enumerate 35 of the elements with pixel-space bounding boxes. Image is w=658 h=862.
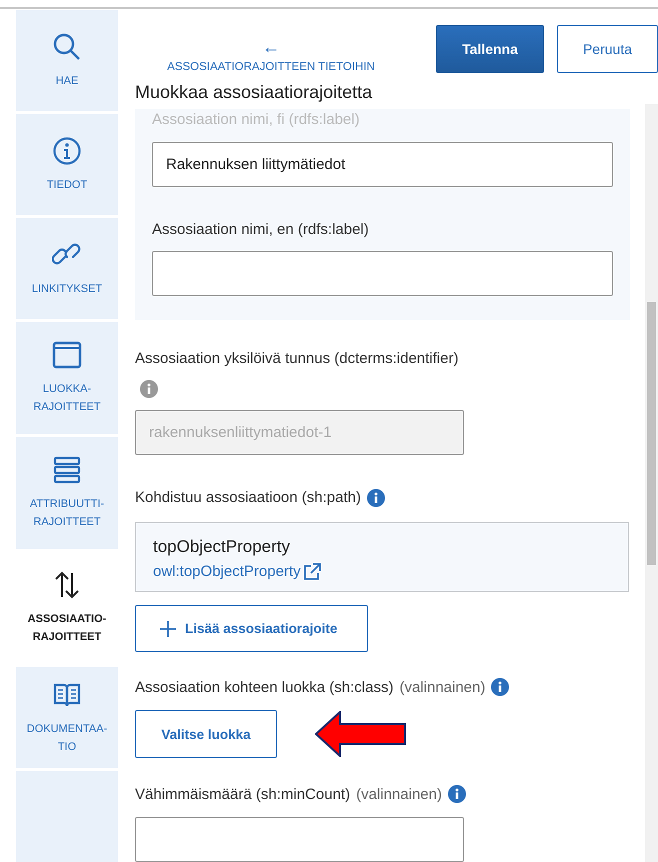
field-label: Vähimmäismäärä (sh:minCount) — [135, 786, 350, 802]
field-label: Assosiaation yksilöivä tunnus (dcterms:identifier) — [135, 350, 460, 366]
save-button[interactable]: Tallenna — [436, 25, 544, 73]
input-field[interactable]: Rakennuksen liittymätiedot — [152, 142, 613, 186]
sidebar-item[interactable]: HAE — [16, 10, 118, 111]
rows-icon — [52, 455, 82, 485]
field-label: Assosiaation nimi, en (rdfs:label) — [152, 220, 370, 238]
info-icon[interactable] — [491, 678, 510, 696]
sidebar-item[interactable]: LUOKKA-RAJOITTEET — [16, 322, 118, 434]
add-button[interactable]: Lisää assosiaatiorajoite — [135, 605, 368, 652]
search-icon — [52, 32, 82, 62]
form-title: Muokkaa assosiaatiorajoitetta — [135, 82, 374, 102]
external-link-icon — [302, 562, 321, 580]
sidebar-item[interactable]: ATTRIBUUTTI-RAJOITTEET — [16, 437, 118, 549]
field-label: Assosiaation kohteen luokka (sh:class) — [135, 678, 394, 696]
sidebar-item[interactable]: TIEDOT — [16, 114, 118, 215]
sidebar-item[interactable]: DOKUMENTAA-TIO — [16, 667, 118, 768]
optional-note: (valinnainen) — [399, 678, 486, 696]
plus-icon — [160, 620, 176, 636]
info-icon[interactable] — [448, 785, 466, 803]
property-name: topObjectProperty — [153, 536, 292, 556]
window-icon — [52, 340, 82, 370]
input-field[interactable] — [152, 250, 613, 296]
optional-note: (valinnainen) — [356, 786, 442, 802]
field-label: Kohdistuu assosiaatioon (sh:path) — [135, 489, 361, 506]
cancel-button[interactable]: Peruuta — [557, 25, 658, 73]
select-class-button[interactable]: Valitse luokka — [135, 710, 277, 758]
scrollbar[interactable] — [645, 104, 658, 862]
field-label: Assosiaation nimi, fi (rdfs:label) — [152, 110, 361, 128]
back-link[interactable]: ← ASSOSIAATIORAJOITTEEN TIETOIHIN — [118, 25, 424, 73]
info-icon[interactable] — [366, 488, 385, 506]
info-icon — [52, 136, 82, 166]
property-link[interactable]: owl:topObjectProperty — [153, 562, 321, 580]
input-field[interactable] — [135, 817, 464, 862]
sidebar-item[interactable]: LINKITYKSET — [16, 218, 118, 319]
